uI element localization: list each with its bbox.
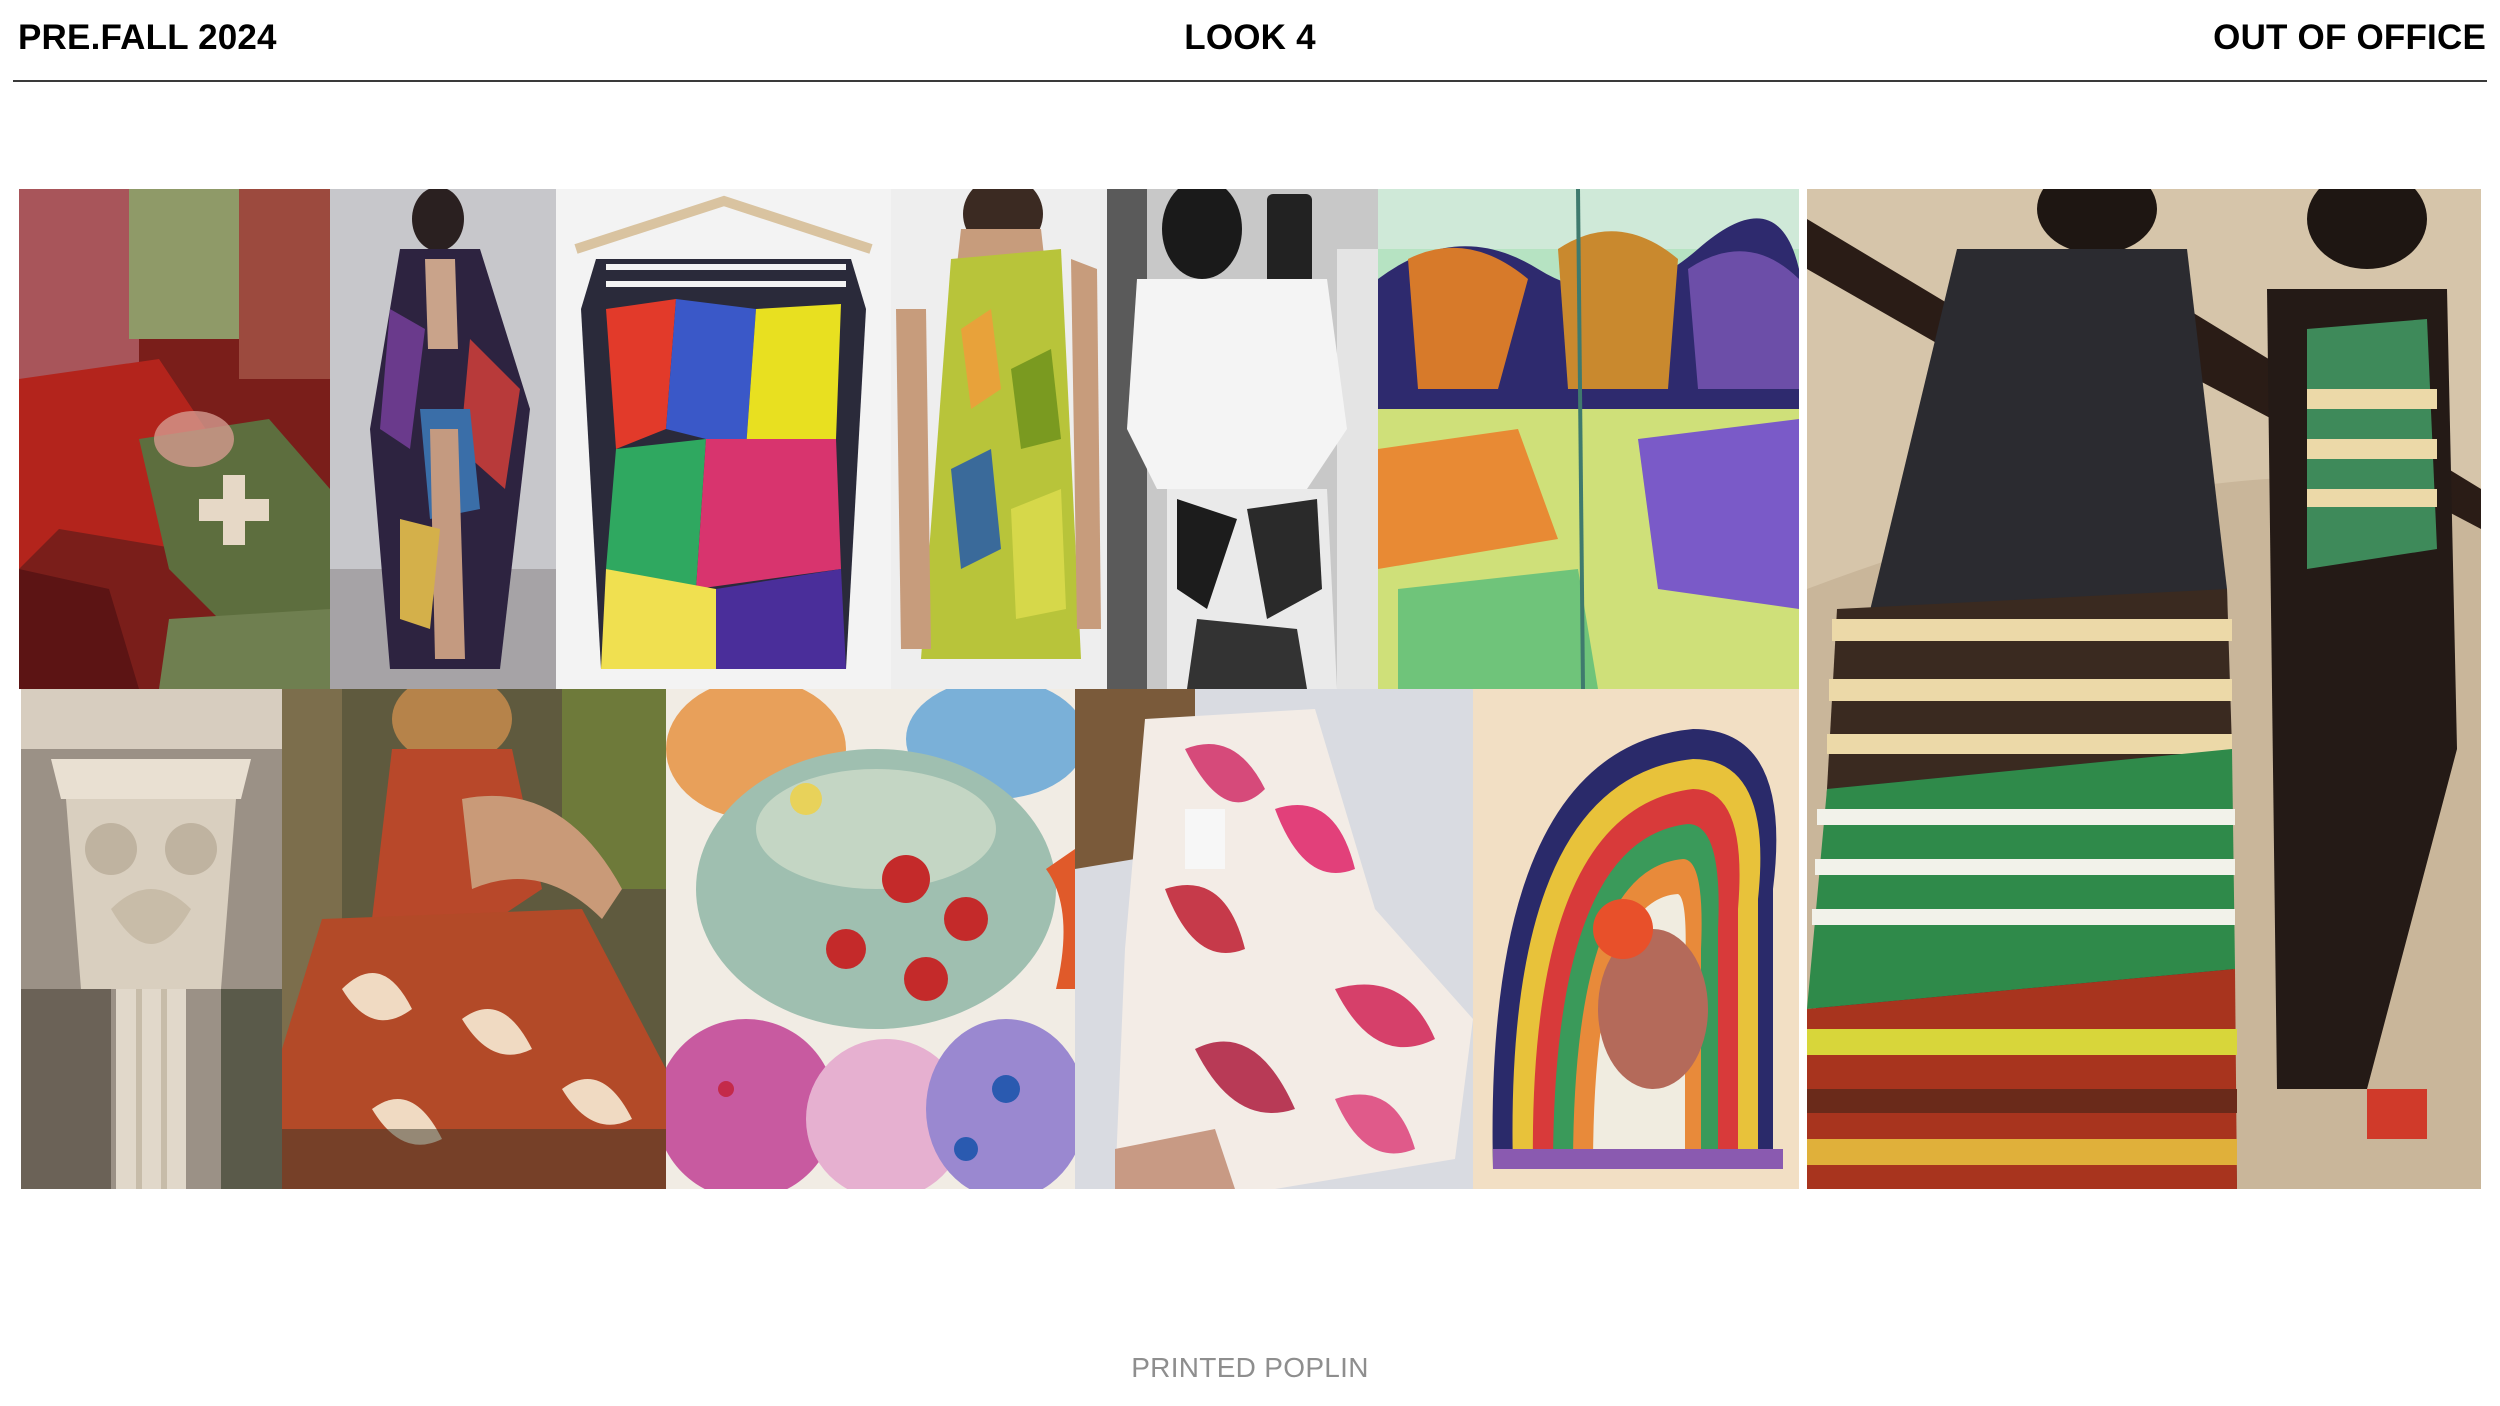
watercolor-floral-image (666, 689, 1075, 1189)
tapestry-textile-image (19, 189, 330, 689)
fabric-caption: PRINTED POPLIN (1131, 1352, 1369, 1383)
printed-robe-model-image (330, 189, 556, 689)
page-header: PRE.FALL 2024 LOOK 4 OUT OF OFFICE (0, 0, 2500, 84)
landscape-painting-image (1378, 189, 1799, 689)
rust-floral-maxi-dress-image (282, 689, 666, 1189)
pink-floral-coat-image (1075, 689, 1473, 1189)
chartreuse-dress-model-image (891, 189, 1107, 689)
header-divider (13, 80, 2487, 82)
abstract-arcs-painting-image (1473, 689, 1799, 1189)
striped-dresses-beach-image (1807, 189, 2481, 1189)
collection-title: OUT OF OFFICE (2213, 18, 2486, 57)
mirror-selfie-monochrome-image (1107, 189, 1378, 689)
look-title: LOOK 4 (1184, 18, 1316, 57)
printed-top-hanger-image (556, 189, 891, 689)
stone-column-capital-image (21, 689, 282, 1189)
